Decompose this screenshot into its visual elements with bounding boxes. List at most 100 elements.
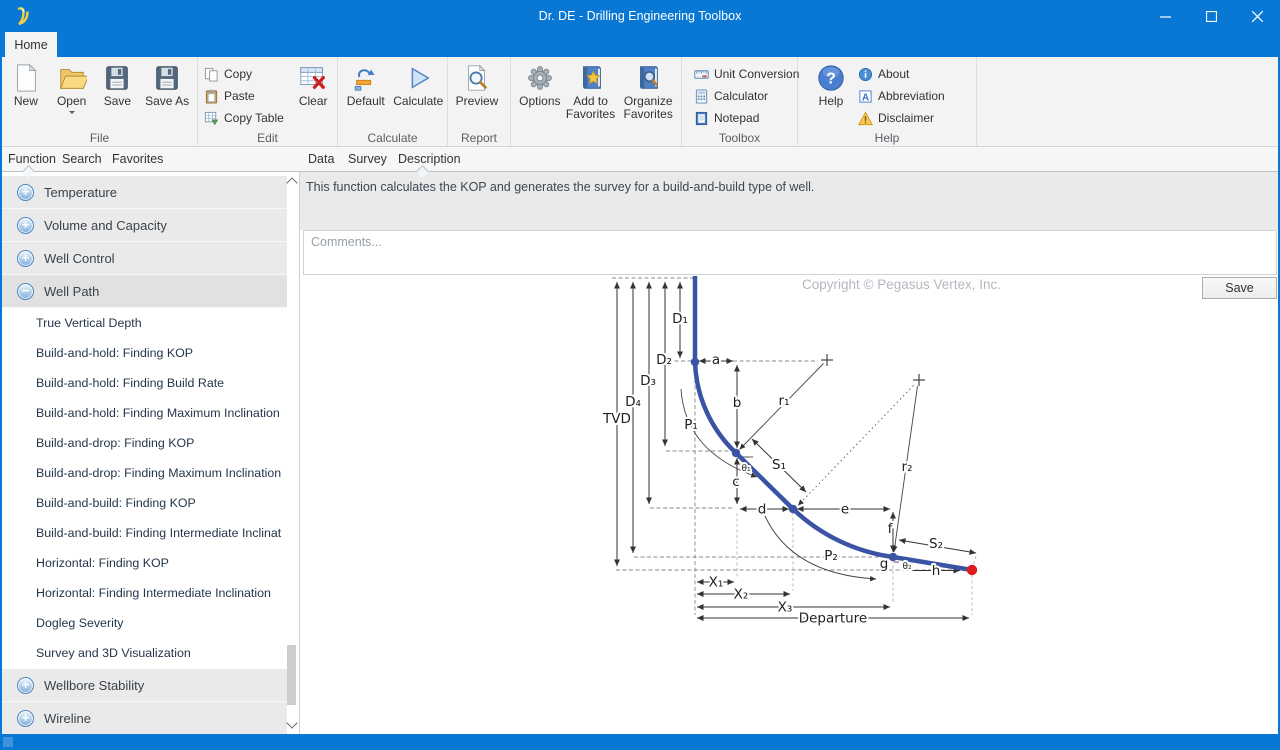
copy-table-icon [204,111,219,125]
tab-survey-label: Survey [348,152,387,166]
copy-button[interactable]: Copy [200,63,291,85]
expand-plus-icon[interactable]: + [17,216,34,234]
diagram-label-g: g [880,556,889,572]
organize-favorites-button-label: Organize Favorites [623,94,673,122]
new-document-icon [16,63,37,92]
sidebar-item-label: Horizontal: Finding Intermediate Inclina… [36,586,271,600]
about-button[interactable]: About [854,63,949,85]
tab-home[interactable]: Home [5,32,57,57]
end-of-build2-point [888,552,898,562]
ribbon-group-label-toolbox: Toolbox [718,131,761,145]
sidebar-item-label: Build-and-hold: Finding KOP [36,346,194,360]
tab-survey[interactable]: Survey [348,147,387,171]
calculate-play-icon [411,67,431,89]
add-to-favorites-button[interactable]: Add to Favorites [564,59,618,127]
ribbon-group-help: ? Help About A Abbreviation Disclaimer H… [798,57,977,146]
save-as-floppy-icon [156,66,178,90]
organize-favorites-button[interactable]: Organize Favorites [617,59,679,127]
ribbon-group-calculate: Default Calculate Calculate [338,57,448,146]
expand-plus-icon[interactable]: + [17,676,34,694]
sidebar-item-label: Dogleg Severity [36,616,124,630]
abbreviation-button[interactable]: A Abbreviation [854,85,949,107]
sidebar-item-build-and-hold-finding-kop[interactable]: Build-and-hold: Finding KOP [2,338,287,368]
sidebar-item-label: True Vertical Depth [36,316,142,330]
notepad-button[interactable]: Notepad [690,107,803,129]
tab-description[interactable]: Description [398,147,461,171]
scroll-up-icon[interactable] [286,177,298,189]
clear-button-label: Clear [298,94,328,108]
sidebar-category-well-path[interactable]: − Well Path [2,275,287,308]
sidebar-category-well-control[interactable]: + Well Control [2,242,287,275]
diagram-label-s2: S₂ [929,536,943,552]
collapse-minus-icon[interactable]: − [17,282,34,300]
options-button[interactable]: Options [516,59,564,127]
open-button[interactable]: Open [48,59,96,127]
sidebar-item-build-and-hold-finding-build-rate[interactable]: Build-and-hold: Finding Build Rate [2,368,287,398]
save-as-button-label: Save As [145,94,190,108]
window-title: Dr. DE - Drilling Engineering Toolbox [538,9,742,23]
tab-data[interactable]: Data [308,147,334,171]
diagram-label-theta2: θ₂ [902,562,912,572]
diagram-label-x3: X₃ [778,600,793,616]
sidebar-item-build-and-build-finding-kop[interactable]: Build-and-build: Finding KOP [2,488,287,518]
sidebar-item-build-and-drop-finding-maximum-inclination[interactable]: Build-and-drop: Finding Maximum Inclinat… [2,458,287,488]
sidebar-item-horizontal-finding-intermediate-inclination[interactable]: Horizontal: Finding Intermediate Inclina… [2,578,287,608]
scroll-down-icon[interactable] [286,717,298,729]
sidebar-category-label: Wellbore Stability [44,677,145,693]
minimize-icon [1159,15,1171,18]
calculate-button[interactable]: Calculate [392,59,445,127]
sidebar-category-wellbore-stability[interactable]: + Wellbore Stability [2,669,287,702]
unit-conversion-button[interactable]: Unit Conversion [690,63,803,85]
save-as-button[interactable]: Save As [139,59,195,127]
sidebar-item-horizontal-finding-kop[interactable]: Horizontal: Finding KOP [2,548,287,578]
tab-data-label: Data [308,152,335,166]
sidebar-item-label: Build-and-build: Finding KOP [36,496,196,510]
default-button[interactable]: Default [340,59,392,127]
sidebar-item-true-vertical-depth[interactable]: True Vertical Depth [2,308,287,338]
tab-description-label: Description [398,152,461,166]
preview-button[interactable]: Preview [450,59,504,127]
close-button[interactable] [1234,0,1280,32]
sidebar-scrollbar[interactable] [285,172,298,734]
scrollbar-thumb[interactable] [287,645,296,705]
new-button[interactable]: New [4,59,48,127]
copy-table-button[interactable]: Copy Table [200,107,291,129]
expand-plus-icon[interactable]: + [17,249,34,267]
expand-plus-icon[interactable]: + [17,183,34,201]
sidebar-item-label: Build-and-drop: Finding KOP [36,436,195,450]
sidebar-item-label: Build-and-drop: Finding Maximum Inclinat… [36,466,282,480]
tab-search[interactable]: Search [62,147,102,171]
save-image-button[interactable]: Save [1202,277,1277,299]
tab-favorites[interactable]: Favorites [112,147,163,171]
sidebar-item-survey-and-3d-visualization[interactable]: Survey and 3D Visualization [2,638,287,668]
sidebar-category-temperature[interactable]: + Temperature [2,176,287,209]
unit-conversion-button-label: Unit Conversion [714,67,800,81]
sidebar-category-volume-and-capacity[interactable]: + Volume and Capacity [2,209,287,242]
sidebar-item-dogleg-severity[interactable]: Dogleg Severity [2,608,287,638]
maximize-button[interactable] [1188,0,1234,32]
diagram-label-a: a [712,352,720,368]
sidebar-item-build-and-hold-finding-maximum-inclination[interactable]: Build-and-hold: Finding Maximum Inclinat… [2,398,287,428]
kop-point [690,357,700,367]
sidebar-item-build-and-build-finding-intermediate-inclination[interactable]: Build-and-build: Finding Intermediate In… [2,518,287,548]
ribbon-tab-row: Home [0,32,1280,57]
diagram-label-tvd: TVD [602,411,631,427]
ribbon-group-favorites: Options Add to Favorites Organize Favori… [511,57,682,146]
calculator-button[interactable]: Calculator [690,85,803,107]
minimize-button[interactable] [1142,0,1188,32]
disclaimer-button[interactable]: Disclaimer [854,107,949,129]
diagram-label-s1: S₁ [772,457,786,473]
default-reset-icon [354,69,375,91]
help-button[interactable]: ? Help [808,59,854,127]
save-button[interactable]: Save [96,59,140,127]
sidebar-item-build-and-drop-finding-kop[interactable]: Build-and-drop: Finding KOP [2,428,287,458]
comments-input[interactable] [303,230,1277,275]
sidebar-category-wireline[interactable]: + Wireline [2,702,287,734]
clear-button[interactable]: Clear [291,59,335,127]
ribbon-group-label-file: File [89,131,110,145]
default-button-label: Default [346,94,385,108]
paste-button[interactable]: Paste [200,85,291,107]
expand-plus-icon[interactable]: + [17,709,34,727]
save-button-label: Save [103,94,132,108]
tab-function[interactable]: Function [8,147,56,171]
